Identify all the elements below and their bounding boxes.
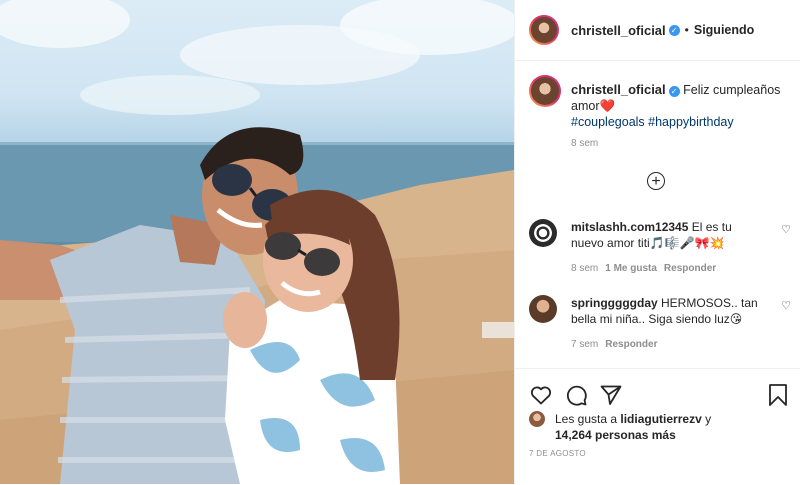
- following-button[interactable]: Siguiendo: [694, 23, 754, 37]
- commenter-avatar[interactable]: [529, 219, 557, 247]
- likes-joiner: y: [705, 412, 712, 426]
- comment-meta: 7 sem Responder: [571, 339, 657, 350]
- share-icon[interactable]: [599, 383, 623, 407]
- author-username[interactable]: christell_oficial: [571, 23, 666, 38]
- post-actions: Les gusta a lidiagutierrezv y 14,264 per…: [515, 368, 800, 485]
- header-separator: •: [684, 23, 689, 37]
- instagram-post: christell_oficial ✓ • Siguiendo christel…: [0, 0, 800, 484]
- comment-text-block: springggggday HERMOSOS.. tan bella mi ni…: [571, 295, 766, 327]
- post-header: christell_oficial ✓ • Siguiendo: [515, 0, 800, 61]
- likes-prefix: Les gusta a: [555, 412, 618, 426]
- caption-avatar[interactable]: [529, 75, 561, 107]
- caption-timestamp[interactable]: 8 sem: [571, 138, 598, 149]
- hashtag-couplegoals[interactable]: #couplegoals: [571, 115, 645, 129]
- comment-meta: 8 sem 1 Me gusta Responder: [571, 263, 716, 274]
- commenter-username[interactable]: springggggday: [571, 296, 658, 310]
- verified-badge-icon: ✓: [668, 86, 680, 97]
- heart-icon[interactable]: [529, 383, 553, 407]
- comment-emojis: 😘: [729, 312, 743, 326]
- hashtag-happybirthday[interactable]: #happybirthday: [648, 115, 733, 129]
- caption-text-block: christell_oficial ✓ Feliz cumpleaños amor…: [571, 82, 783, 130]
- comment-like-heart-icon[interactable]: ♡: [781, 223, 791, 236]
- reply-button[interactable]: Responder: [664, 263, 716, 274]
- comment-like-heart-icon[interactable]: ♡: [781, 299, 791, 312]
- post-photo[interactable]: [0, 0, 514, 484]
- caption-emoji: ❤️: [599, 99, 616, 113]
- comment-time[interactable]: 7 sem: [571, 339, 598, 350]
- likes-summary: Les gusta a lidiagutierrezv y 14,264 per…: [529, 411, 711, 443]
- action-icons: [529, 383, 623, 407]
- commenter-avatar[interactable]: [529, 295, 557, 323]
- bookmark-icon[interactable]: [767, 383, 789, 407]
- caption-username[interactable]: christell_oficial: [571, 82, 666, 97]
- verified-badge-icon: ✓: [668, 24, 680, 36]
- comment-likes[interactable]: 1 Me gusta: [605, 263, 657, 274]
- reply-button[interactable]: Responder: [605, 339, 657, 350]
- comment-emojis: 🎵🎼🎤🎀💥: [649, 236, 725, 250]
- liker-avatar[interactable]: [529, 411, 545, 427]
- beach-selfie-illustration: [0, 0, 514, 484]
- author-avatar[interactable]: [529, 15, 559, 45]
- likes-count[interactable]: 14,264 personas más: [555, 428, 676, 442]
- post-date[interactable]: 7 DE AGOSTO: [529, 449, 586, 458]
- commenter-username[interactable]: mitslashh.com12345: [571, 220, 688, 234]
- comment-icon[interactable]: [564, 383, 588, 407]
- plus-circle-icon[interactable]: +: [647, 172, 665, 190]
- comment-time[interactable]: 8 sem: [571, 263, 598, 274]
- liker-username[interactable]: lidiagutierrezv: [620, 412, 701, 426]
- comment-text-block: mitslashh.com12345 El es tu nuevo amor t…: [571, 219, 766, 251]
- post-sidebar: christell_oficial ✓ • Siguiendo christel…: [514, 0, 800, 484]
